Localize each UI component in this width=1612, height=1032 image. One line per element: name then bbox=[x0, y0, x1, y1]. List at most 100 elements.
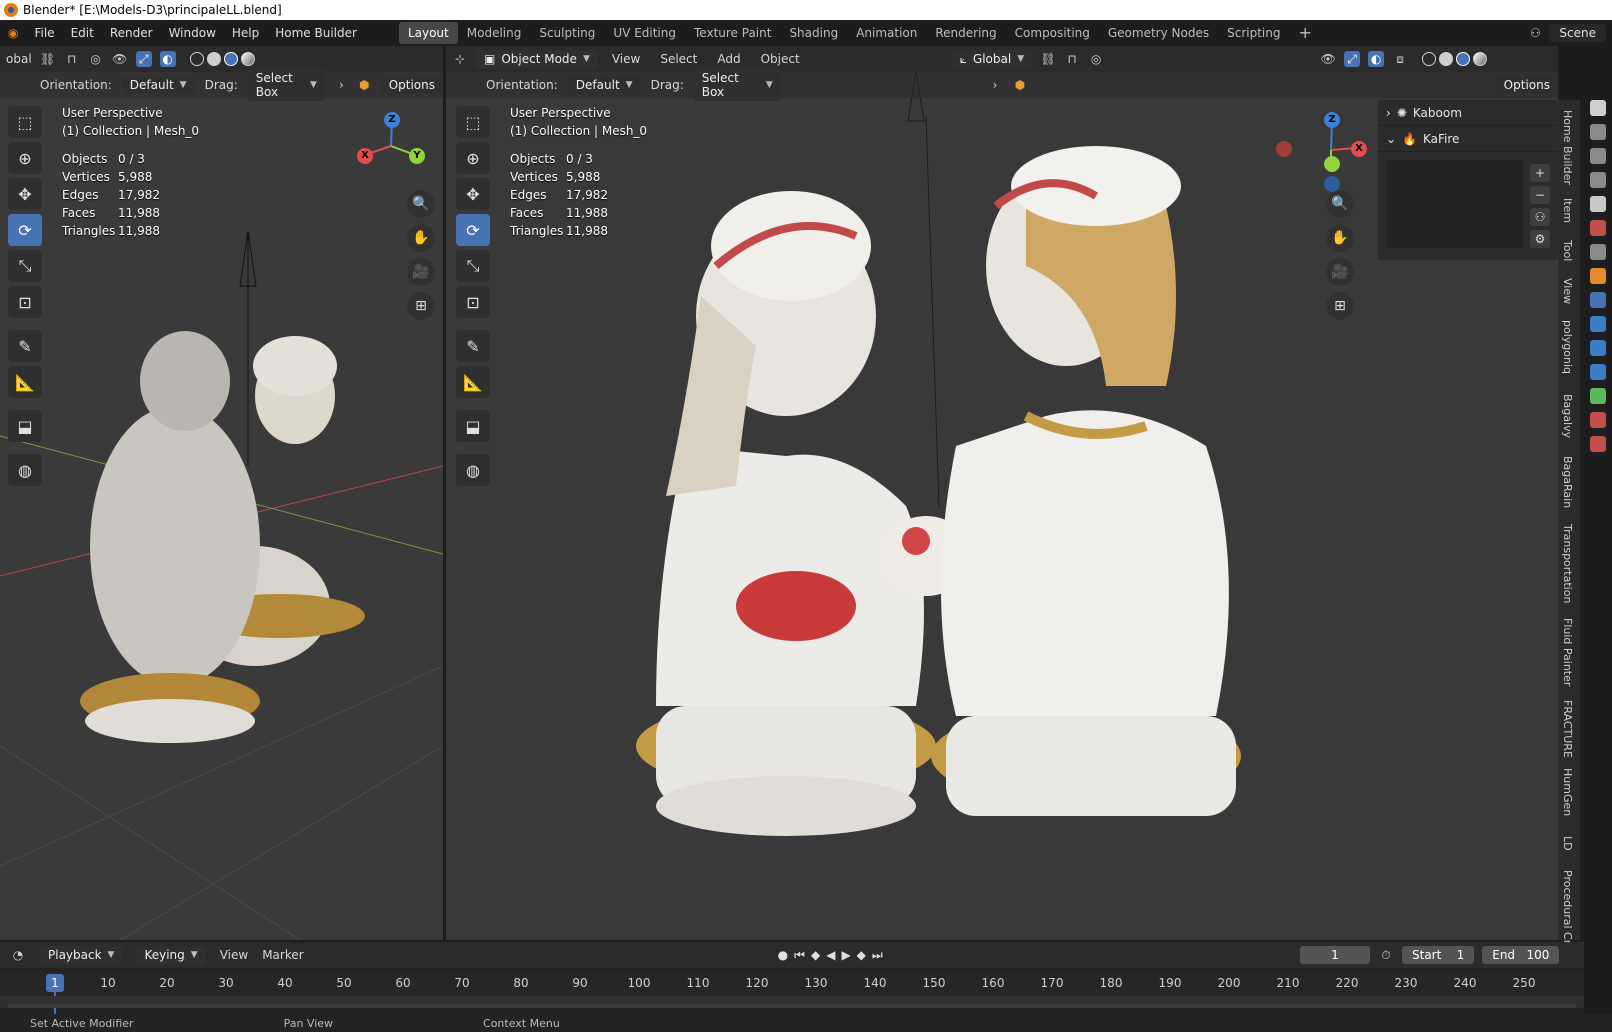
tab-layout[interactable]: Layout bbox=[398, 22, 458, 44]
tab-fracture[interactable]: FRACTURE bbox=[1561, 700, 1574, 758]
cursor-tool-icon[interactable]: ⊕ bbox=[8, 142, 42, 174]
extra-tool-icon[interactable]: ◍ bbox=[456, 454, 490, 486]
overlay-toggle-icon[interactable]: ◐ bbox=[1368, 51, 1385, 67]
snap-icon[interactable]: ⊓ bbox=[64, 51, 80, 67]
tab-geometry-nodes[interactable]: Geometry Nodes bbox=[1099, 22, 1218, 44]
navigation-gizmo-right[interactable]: Z X bbox=[1276, 110, 1367, 192]
tab-tool[interactable]: Tool bbox=[1561, 240, 1574, 261]
menu-file[interactable]: File bbox=[26, 20, 62, 46]
zoom-icon[interactable]: 🔍 bbox=[1326, 190, 1354, 218]
options-button[interactable]: Options bbox=[380, 76, 443, 94]
tab-humgen[interactable]: HumGen bbox=[1561, 768, 1574, 816]
measure-tool-icon[interactable]: 📐 bbox=[456, 366, 490, 398]
expand-arrow-icon[interactable]: › bbox=[335, 77, 348, 93]
timeline-editor-icon[interactable]: ◔ bbox=[10, 947, 26, 963]
menu-window[interactable]: Window bbox=[161, 20, 224, 46]
gizmo-toggle-icon[interactable]: ⤢ bbox=[135, 51, 152, 67]
play-reverse-icon[interactable]: ◀ bbox=[826, 948, 835, 962]
tab-texture-paint[interactable]: Texture Paint bbox=[685, 22, 780, 44]
timeline-scrollbar[interactable] bbox=[8, 1004, 1576, 1008]
object-color-icon[interactable]: ⬢ bbox=[1013, 77, 1028, 93]
rotate-tool-icon[interactable]: ⟳ bbox=[8, 214, 42, 246]
panel-kafire[interactable]: ⌄ 🔥 KaFire bbox=[1378, 126, 1558, 152]
output-properties-icon[interactable] bbox=[1590, 148, 1606, 164]
add-cube-tool-icon[interactable]: ⬓ bbox=[456, 410, 490, 442]
transform-pivot-label[interactable]: obal bbox=[6, 52, 32, 66]
pan-hand-icon[interactable]: ✋ bbox=[407, 224, 435, 252]
constraints-icon[interactable] bbox=[1590, 364, 1606, 380]
playback-menu[interactable]: Playback ▼ bbox=[40, 946, 123, 964]
snap-icon[interactable]: ⊓ bbox=[1064, 51, 1080, 67]
camera-icon[interactable]: 🎥 bbox=[1326, 258, 1354, 286]
select-box-tool-icon[interactable]: ⬚ bbox=[8, 106, 42, 138]
tab-scripting[interactable]: Scripting bbox=[1218, 22, 1289, 44]
x-axis-icon[interactable]: X bbox=[357, 148, 373, 164]
world-properties-icon[interactable] bbox=[1590, 220, 1606, 236]
move-tool-icon[interactable]: ✥ bbox=[8, 178, 42, 210]
transform-tool-icon[interactable]: ⊡ bbox=[456, 286, 490, 318]
tab-view[interactable]: View bbox=[1561, 278, 1574, 304]
statue-model-right[interactable] bbox=[626, 146, 1256, 906]
prev-keyframe-icon[interactable]: ◆ bbox=[811, 948, 820, 962]
cursor-tool-icon[interactable]: ⊕ bbox=[456, 142, 490, 174]
tab-bagarain[interactable]: BagaRain bbox=[1561, 456, 1574, 508]
options-button[interactable]: Options bbox=[1495, 76, 1558, 94]
menu-help[interactable]: Help bbox=[224, 20, 267, 46]
z-axis-icon[interactable]: Z bbox=[1324, 112, 1340, 128]
transform-orientation-dropdown[interactable]: ⟀ Global ▼ bbox=[951, 49, 1033, 69]
tab-sculpting[interactable]: Sculpting bbox=[530, 22, 604, 44]
tab-shading[interactable]: Shading bbox=[780, 22, 847, 44]
visibility-icon[interactable]: 👁 bbox=[112, 51, 128, 67]
tab-animation[interactable]: Animation bbox=[847, 22, 926, 44]
scene-name[interactable]: Scene bbox=[1549, 24, 1606, 42]
tab-polygoniq[interactable]: polygoniq bbox=[1561, 320, 1574, 374]
menu-render[interactable]: Render bbox=[102, 20, 161, 46]
grid-toggle-icon[interactable]: ⊞ bbox=[1326, 292, 1354, 320]
jump-start-icon[interactable]: ⏮ bbox=[794, 948, 805, 963]
next-keyframe-icon[interactable]: ◆ bbox=[857, 948, 866, 962]
pivot-icon[interactable]: ⛓ bbox=[1040, 51, 1056, 67]
remove-item-button[interactable]: − bbox=[1530, 186, 1550, 204]
view-layer-icon[interactable] bbox=[1590, 172, 1606, 188]
add-workspace-button[interactable]: + bbox=[1289, 22, 1320, 44]
z-axis-icon[interactable]: Z bbox=[384, 112, 400, 128]
neg-x-axis-icon[interactable] bbox=[1276, 141, 1292, 157]
link-icon[interactable]: ⛓ bbox=[40, 51, 56, 67]
tab-transportation[interactable]: Transportation bbox=[1561, 524, 1574, 603]
tab-home-builder[interactable]: Home Builder bbox=[1561, 110, 1574, 185]
render-properties-icon[interactable] bbox=[1590, 124, 1606, 140]
scale-tool-icon[interactable]: ⤡ bbox=[8, 250, 42, 282]
add-cube-tool-icon[interactable]: ⬓ bbox=[8, 410, 42, 442]
play-icon[interactable]: ▶ bbox=[841, 948, 850, 962]
tab-item[interactable]: Item bbox=[1561, 198, 1574, 223]
y-axis-icon[interactable]: Y bbox=[409, 148, 425, 164]
tab-fluid-painter[interactable]: Fluid Painter bbox=[1561, 618, 1574, 686]
gizmo-toggle-icon[interactable]: ⤢ bbox=[1344, 51, 1361, 67]
kafire-list[interactable] bbox=[1386, 160, 1522, 248]
jump-end-icon[interactable]: ⏭ bbox=[872, 948, 883, 963]
object-properties-icon[interactable] bbox=[1590, 268, 1606, 284]
shading-modes[interactable] bbox=[1422, 52, 1488, 66]
annotate-tool-icon[interactable]: ✎ bbox=[8, 330, 42, 362]
modifier-properties-icon[interactable] bbox=[1590, 292, 1606, 308]
editor-type-icon[interactable]: ⊹ bbox=[452, 51, 468, 67]
tab-uv-editing[interactable]: UV Editing bbox=[604, 22, 685, 44]
transform-tool-icon[interactable]: ⊡ bbox=[8, 286, 42, 318]
current-frame-field[interactable]: 1 bbox=[1300, 946, 1370, 964]
menu-select[interactable]: Select bbox=[654, 52, 703, 66]
keying-menu[interactable]: Keying ▼ bbox=[136, 946, 206, 964]
overlay-toggle-icon[interactable]: ◐ bbox=[159, 51, 176, 67]
add-item-button[interactable]: + bbox=[1530, 164, 1550, 182]
visibility-icon[interactable]: 👁 bbox=[1320, 51, 1336, 67]
object-color-icon[interactable]: ⬢ bbox=[358, 77, 371, 93]
shading-modes[interactable] bbox=[189, 52, 255, 66]
timeline-ruler[interactable]: 10 20 30 40 50 60 70 80 90 100 110 120 1… bbox=[0, 972, 1584, 1028]
list-action-icon[interactable]: ⚇ bbox=[1530, 208, 1550, 226]
tab-modeling[interactable]: Modeling bbox=[458, 22, 531, 44]
texture-properties-icon[interactable] bbox=[1590, 436, 1606, 452]
end-frame-field[interactable]: End 100 bbox=[1482, 946, 1560, 964]
menu-view[interactable]: View bbox=[606, 52, 646, 66]
zoom-icon[interactable]: 🔍 bbox=[407, 190, 435, 218]
menu-edit[interactable]: Edit bbox=[63, 20, 102, 46]
move-tool-icon[interactable]: ✥ bbox=[456, 178, 490, 210]
